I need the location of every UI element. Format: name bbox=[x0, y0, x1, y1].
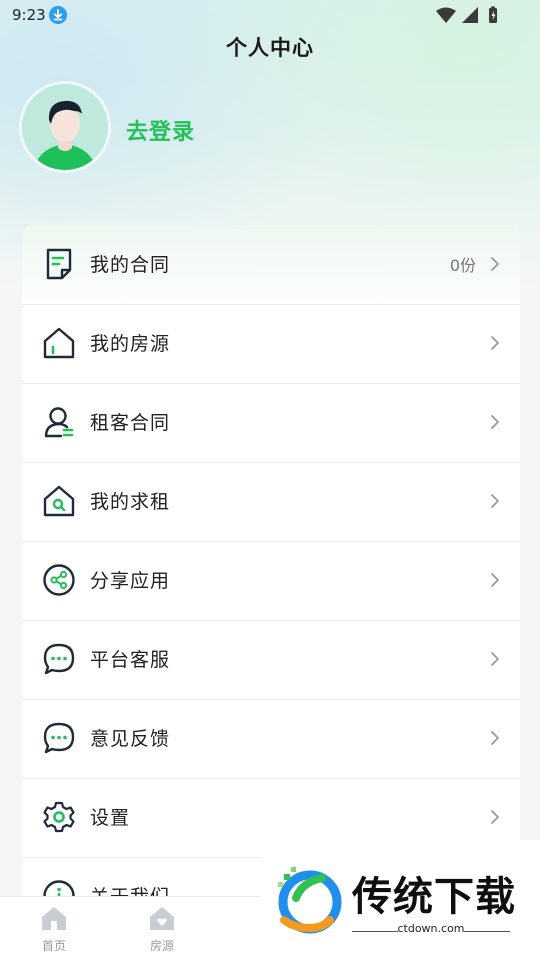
page-title: 个人中心 bbox=[226, 36, 314, 60]
menu-item-my-listings[interactable]: 我的房源 bbox=[22, 304, 520, 384]
tenant-icon bbox=[42, 405, 76, 439]
menu-item-customer-service[interactable]: 平台客服 bbox=[22, 620, 520, 700]
menu-item-label: 平台客服 bbox=[90, 649, 171, 671]
download-icon bbox=[49, 6, 67, 24]
listing-icon bbox=[148, 905, 176, 931]
feedback-icon bbox=[42, 721, 76, 755]
status-icons bbox=[434, 6, 504, 24]
watermark: 传统下载 ctdown.com bbox=[260, 840, 540, 960]
chevron-right-icon bbox=[488, 571, 502, 589]
chevron-right-icon bbox=[488, 650, 502, 668]
chevron-right-icon bbox=[488, 729, 502, 747]
gear-icon bbox=[42, 800, 76, 834]
wifi-icon bbox=[436, 7, 456, 23]
contract-count: 0份 bbox=[449, 256, 476, 275]
menu-item-my-rental-requests[interactable]: 我的求租 bbox=[22, 462, 520, 542]
watermark-logo-icon bbox=[270, 862, 346, 938]
menu-item-label: 设置 bbox=[90, 807, 131, 829]
tab-label: 首页 bbox=[41, 939, 66, 953]
chevron-right-icon bbox=[488, 413, 502, 431]
status-bar: 9:23 bbox=[0, 0, 540, 32]
contract-icon bbox=[42, 247, 76, 281]
menu-item-share-app[interactable]: 分享应用 bbox=[22, 541, 520, 621]
watermark-divider bbox=[464, 931, 510, 932]
watermark-url: ctdown.com bbox=[397, 922, 465, 935]
menu-item-label: 意见反馈 bbox=[90, 728, 171, 750]
login-link[interactable]: 去登录 bbox=[126, 114, 195, 146]
menu-item-tenant-contracts[interactable]: 租客合同 bbox=[22, 383, 520, 463]
house-search-icon bbox=[42, 484, 76, 518]
watermark-brand: 传统下载 bbox=[352, 874, 516, 920]
home-icon bbox=[40, 905, 68, 931]
avatar[interactable] bbox=[22, 84, 108, 170]
menu-item-label: 我的房源 bbox=[90, 333, 171, 355]
menu-item-feedback[interactable]: 意见反馈 bbox=[22, 699, 520, 779]
menu-item-my-contracts[interactable]: 我的合同 0份 bbox=[22, 225, 520, 305]
status-time: 9:23 bbox=[12, 6, 46, 24]
chat-icon bbox=[42, 642, 76, 676]
signal-icon bbox=[462, 7, 478, 23]
tab-label: 房源 bbox=[149, 939, 174, 953]
share-icon bbox=[42, 563, 76, 597]
tab-home[interactable]: 首页 bbox=[22, 897, 86, 960]
chevron-right-icon bbox=[488, 492, 502, 510]
chevron-right-icon bbox=[488, 808, 502, 826]
tab-listings[interactable]: 房源 bbox=[130, 897, 194, 960]
chevron-right-icon bbox=[488, 334, 502, 352]
menu-card: 我的合同 0份 我的房源 租客合同 我的求租 分享应用 平台客服 意见反馈 设置 bbox=[22, 225, 520, 945]
menu-item-label: 我的合同 bbox=[90, 254, 171, 276]
profile-screen: 9:23 个人中心 去登录 我的合同 0份 我的房源 租客合同 我的求租 分享应… bbox=[0, 0, 540, 960]
house-icon bbox=[42, 326, 76, 360]
menu-item-label: 分享应用 bbox=[90, 570, 171, 592]
chevron-right-icon bbox=[488, 255, 502, 273]
menu-item-label: 我的求租 bbox=[90, 491, 171, 513]
menu-item-label: 租客合同 bbox=[90, 412, 171, 434]
